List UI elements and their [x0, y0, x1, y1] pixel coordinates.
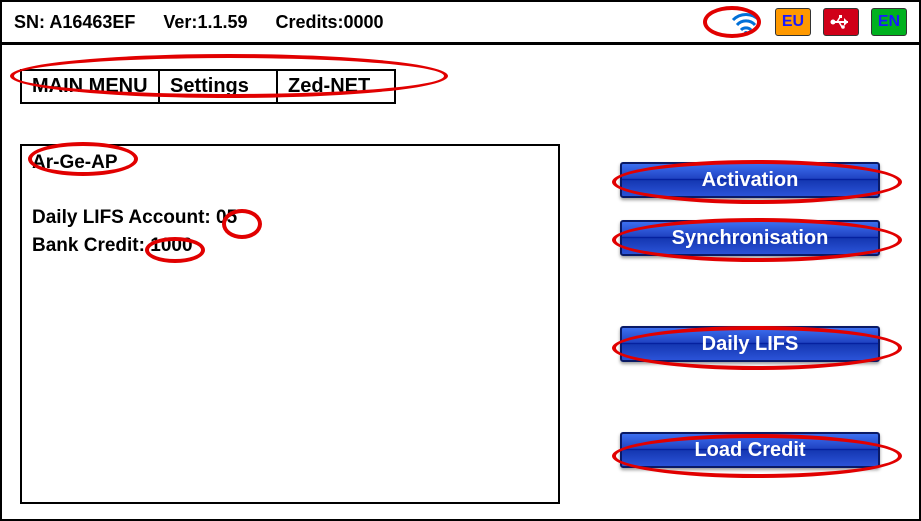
button-column: Activation Synchronisation Daily LIFS Lo… — [620, 144, 880, 504]
content-area: Ar-Ge-AP Daily LIFS Account: 05 Bank Cre… — [2, 144, 919, 504]
daily-lifs-button[interactable]: Daily LIFS — [620, 326, 880, 362]
bank-credit-value: 1000 — [150, 235, 192, 256]
credits-label: Credits:0000 — [275, 12, 383, 33]
daily-lifs-row: Daily LIFS Account: 05 — [32, 204, 548, 232]
access-point-name: Ar-Ge-AP — [32, 152, 118, 174]
daily-lifs-value: 05 — [216, 207, 237, 228]
bank-credit-row: Bank Credit: 1000 — [32, 232, 548, 260]
wifi-icon — [729, 8, 763, 36]
info-panel: Ar-Ge-AP Daily LIFS Account: 05 Bank Cre… — [20, 144, 560, 504]
region-badge[interactable]: EU — [775, 8, 811, 36]
header-right: EU EN — [729, 8, 907, 36]
bank-credit-label: Bank Credit: — [32, 235, 150, 256]
activation-button[interactable]: Activation — [620, 162, 880, 198]
synchronisation-button[interactable]: Synchronisation — [620, 220, 880, 256]
breadcrumb-main-menu[interactable]: MAIN MENU — [20, 69, 160, 104]
sn-label: SN: A16463EF — [14, 12, 135, 33]
language-badge[interactable]: EN — [871, 8, 907, 36]
version-label: Ver:1.1.59 — [163, 12, 247, 33]
header-left: SN: A16463EF Ver:1.1.59 Credits:0000 — [14, 12, 384, 33]
load-credit-button[interactable]: Load Credit — [620, 432, 880, 468]
header-bar: SN: A16463EF Ver:1.1.59 Credits:0000 EU — [2, 2, 919, 45]
breadcrumb: MAIN MENU Settings Zed-NET — [20, 69, 919, 104]
breadcrumb-zed-net[interactable]: Zed-NET — [276, 69, 396, 104]
usb-icon[interactable] — [823, 8, 859, 36]
breadcrumb-settings[interactable]: Settings — [158, 69, 278, 104]
daily-lifs-label: Daily LIFS Account: — [32, 207, 216, 228]
